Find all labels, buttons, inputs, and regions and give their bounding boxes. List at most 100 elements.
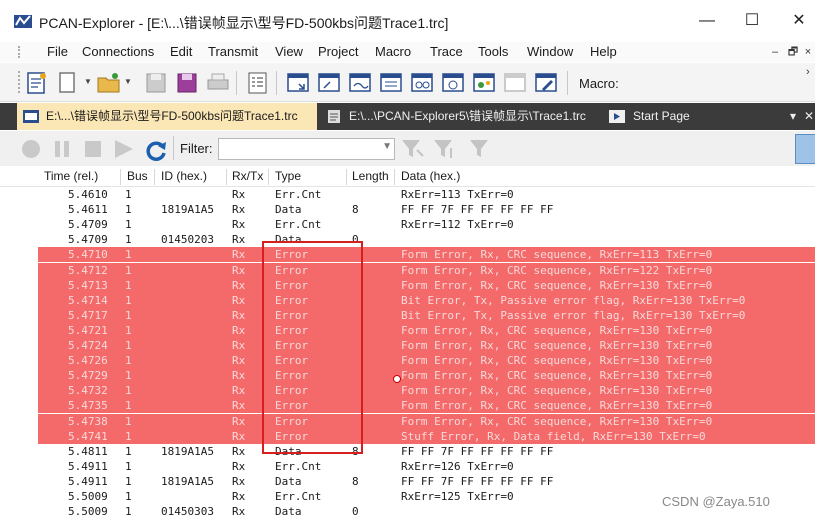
symbols-icon[interactable] [378, 70, 404, 96]
rxtx-cell: Rx [232, 490, 246, 503]
mdi-minimize-button[interactable]: – [768, 45, 782, 59]
menu-grip[interactable] [18, 46, 23, 58]
data-cell: RxErr=125 TxErr=0 [401, 490, 514, 503]
new-project-icon[interactable] [24, 70, 50, 96]
menu-view[interactable]: View [275, 44, 303, 59]
table-row[interactable]: 5.4911 1 Rx Err.Cnt RxErr=126 TxErr=0 [0, 459, 815, 474]
connections-icon[interactable] [347, 70, 373, 96]
column-header-length[interactable]: Length [352, 169, 389, 183]
save-icon[interactable] [143, 70, 169, 96]
column-divider[interactable] [226, 169, 227, 185]
table-row[interactable]: 5.4911 1 1819A1A5 Rx Data 8 FF FF 7F FF FF FF … [0, 474, 815, 489]
filter-dropdown-icon[interactable]: ▼ [382, 141, 392, 152]
tab-trace1[interactable]: E:\...\PCAN-Explorer5\错误帧显示\Trace1.trc [320, 103, 596, 130]
error-row[interactable]: 5.4729 1 Rx Error Form Error, Rx, CRC sequen… [38, 368, 815, 384]
type-cell: Err.Cnt [275, 218, 322, 232]
error-row[interactable]: 5.4735 1 Rx Error Form Error, Rx, CRC sequen… [38, 398, 815, 414]
record-icon[interactable] [20, 138, 42, 160]
column-divider[interactable] [394, 169, 395, 185]
table-row[interactable]: 5.4610 1 Rx Err.Cnt RxErr=113 TxErr=0 [0, 187, 815, 202]
data-cell: FF FF 7F FF FF FF FF FF [401, 444, 554, 458]
minimize-button[interactable]: — [693, 8, 721, 34]
column-divider[interactable] [120, 169, 121, 185]
table-row[interactable]: 5.4611 1 1819A1A5 Rx Data 8 FF FF 7F FF FF FF … [0, 202, 815, 217]
edit-window-icon[interactable] [533, 70, 559, 96]
column-header-bus[interactable]: Bus [127, 169, 148, 183]
new-file-icon[interactable] [55, 70, 81, 96]
column-header-rxtx[interactable]: Rx/Tx [232, 169, 263, 183]
macro-label: Macro: [579, 76, 619, 91]
id-cell: 1819A1A5 [161, 203, 214, 217]
pause-icon[interactable] [51, 138, 73, 160]
error-row[interactable]: 5.4712 1 Rx Error Form Error, Rx, CRC sequen… [38, 262, 815, 278]
filter-add-icon[interactable] [400, 138, 426, 160]
transmit-window-icon[interactable] [316, 70, 342, 96]
close-button[interactable]: ✕ [785, 8, 813, 34]
column-header-id[interactable]: ID (hex.) [161, 169, 207, 183]
maximize-button[interactable]: ☐ [738, 8, 766, 34]
menu-help[interactable]: Help [590, 44, 617, 59]
refresh-icon[interactable] [143, 138, 169, 162]
menu-edit[interactable]: Edit [170, 44, 192, 59]
error-row[interactable]: 5.4732 1 Rx Error Form Error, Rx, CRC sequen… [38, 383, 815, 399]
open-dropdown-icon[interactable]: ▼ [124, 77, 132, 86]
filter-clear-icon[interactable] [468, 138, 494, 160]
timer-icon[interactable] [440, 70, 466, 96]
trace-file-icon [23, 110, 39, 123]
tab-list-dropdown-icon[interactable]: ▾ [790, 103, 796, 130]
toolbar-grip[interactable] [18, 71, 20, 93]
column-header-type[interactable]: Type [275, 169, 301, 183]
menu-connections[interactable]: Connections [82, 44, 154, 59]
open-folder-icon[interactable] [96, 70, 122, 96]
menu-macro[interactable]: Macro [375, 44, 411, 59]
save-all-icon[interactable] [174, 70, 200, 96]
menu-window[interactable]: Window [527, 44, 573, 59]
new-file-dropdown-icon[interactable]: ▼ [84, 77, 92, 86]
side-panel-button[interactable] [795, 134, 815, 164]
toolbar-separator [276, 71, 277, 95]
menu-file[interactable]: File [47, 44, 68, 59]
error-row[interactable]: 5.4710 1 Rx Error Form Error, Rx, CRC sequen… [38, 247, 815, 263]
column-divider[interactable] [154, 169, 155, 185]
column-header-data[interactable]: Data (hex.) [401, 169, 460, 183]
tab-trace-fd500[interactable]: E:\...\错误帧显示\型号FD-500kbs问题Trace1.trc [17, 103, 317, 130]
error-row[interactable]: 5.4738 1 Rx Error Form Error, Rx, CRC sequen… [38, 413, 815, 429]
table-row[interactable]: 5.4709 1 01450203 Rx Data 0 [0, 232, 815, 247]
mdi-close-button[interactable]: × [801, 45, 815, 59]
error-row[interactable]: 5.4714 1 Rx Error Bit Error, Tx, Passive err… [38, 292, 815, 308]
receive-window-icon[interactable] [285, 70, 311, 96]
rxtx-cell: Rx [232, 293, 246, 307]
table-row[interactable]: 5.4709 1 Rx Err.Cnt RxErr=112 TxErr=0 [0, 217, 815, 232]
bus-cell: 1 [125, 429, 132, 443]
error-row[interactable]: 5.4741 1 Rx Error Stuff Error, Rx, Data fiel… [38, 428, 815, 444]
column-divider[interactable] [346, 169, 347, 185]
error-row[interactable]: 5.4721 1 Rx Error Form Error, Rx, CRC sequen… [38, 322, 815, 338]
properties-icon[interactable] [245, 70, 271, 96]
filter-edit-icon[interactable] [432, 138, 458, 160]
menu-tools[interactable]: Tools [478, 44, 508, 59]
menu-transmit[interactable]: Transmit [208, 44, 258, 59]
disabled-window-icon[interactable] [502, 70, 528, 96]
toolbar-overflow-icon[interactable]: › [806, 66, 810, 78]
mdi-restore-button[interactable]: 🗗 [786, 45, 800, 59]
watch-icon[interactable] [409, 70, 435, 96]
menu-trace[interactable]: Trace [430, 44, 463, 59]
column-divider[interactable] [268, 169, 269, 185]
filter-combobox[interactable]: ▼ [218, 138, 395, 160]
menu-project[interactable]: Project [318, 44, 358, 59]
error-row[interactable]: 5.4726 1 Rx Error Form Error, Rx, CRC sequen… [38, 353, 815, 369]
stop-icon[interactable] [82, 138, 104, 160]
play-icon[interactable] [112, 138, 136, 160]
type-cell: Err.Cnt [275, 490, 322, 503]
column-header-time[interactable]: Time (rel.) [44, 169, 98, 183]
error-row[interactable]: 5.4724 1 Rx Error Form Error, Rx, CRC sequen… [38, 338, 815, 353]
error-row[interactable]: 5.4717 1 Rx Error Bit Error, Tx, Passive err… [38, 307, 815, 323]
tab-close-icon[interactable]: ✕ [804, 103, 814, 130]
tab-start-page[interactable]: Start Page [603, 103, 703, 130]
error-row[interactable]: 5.4713 1 Rx Error Form Error, Rx, CRC sequen… [38, 277, 815, 293]
network-icon[interactable] [471, 70, 497, 96]
bus-cell: 1 [125, 188, 132, 201]
print-icon[interactable] [205, 70, 231, 96]
table-row[interactable]: 5.4811 1 1819A1A5 Rx Data 8 FF FF 7F FF FF FF … [0, 444, 815, 459]
bus-cell: 1 [125, 308, 132, 322]
